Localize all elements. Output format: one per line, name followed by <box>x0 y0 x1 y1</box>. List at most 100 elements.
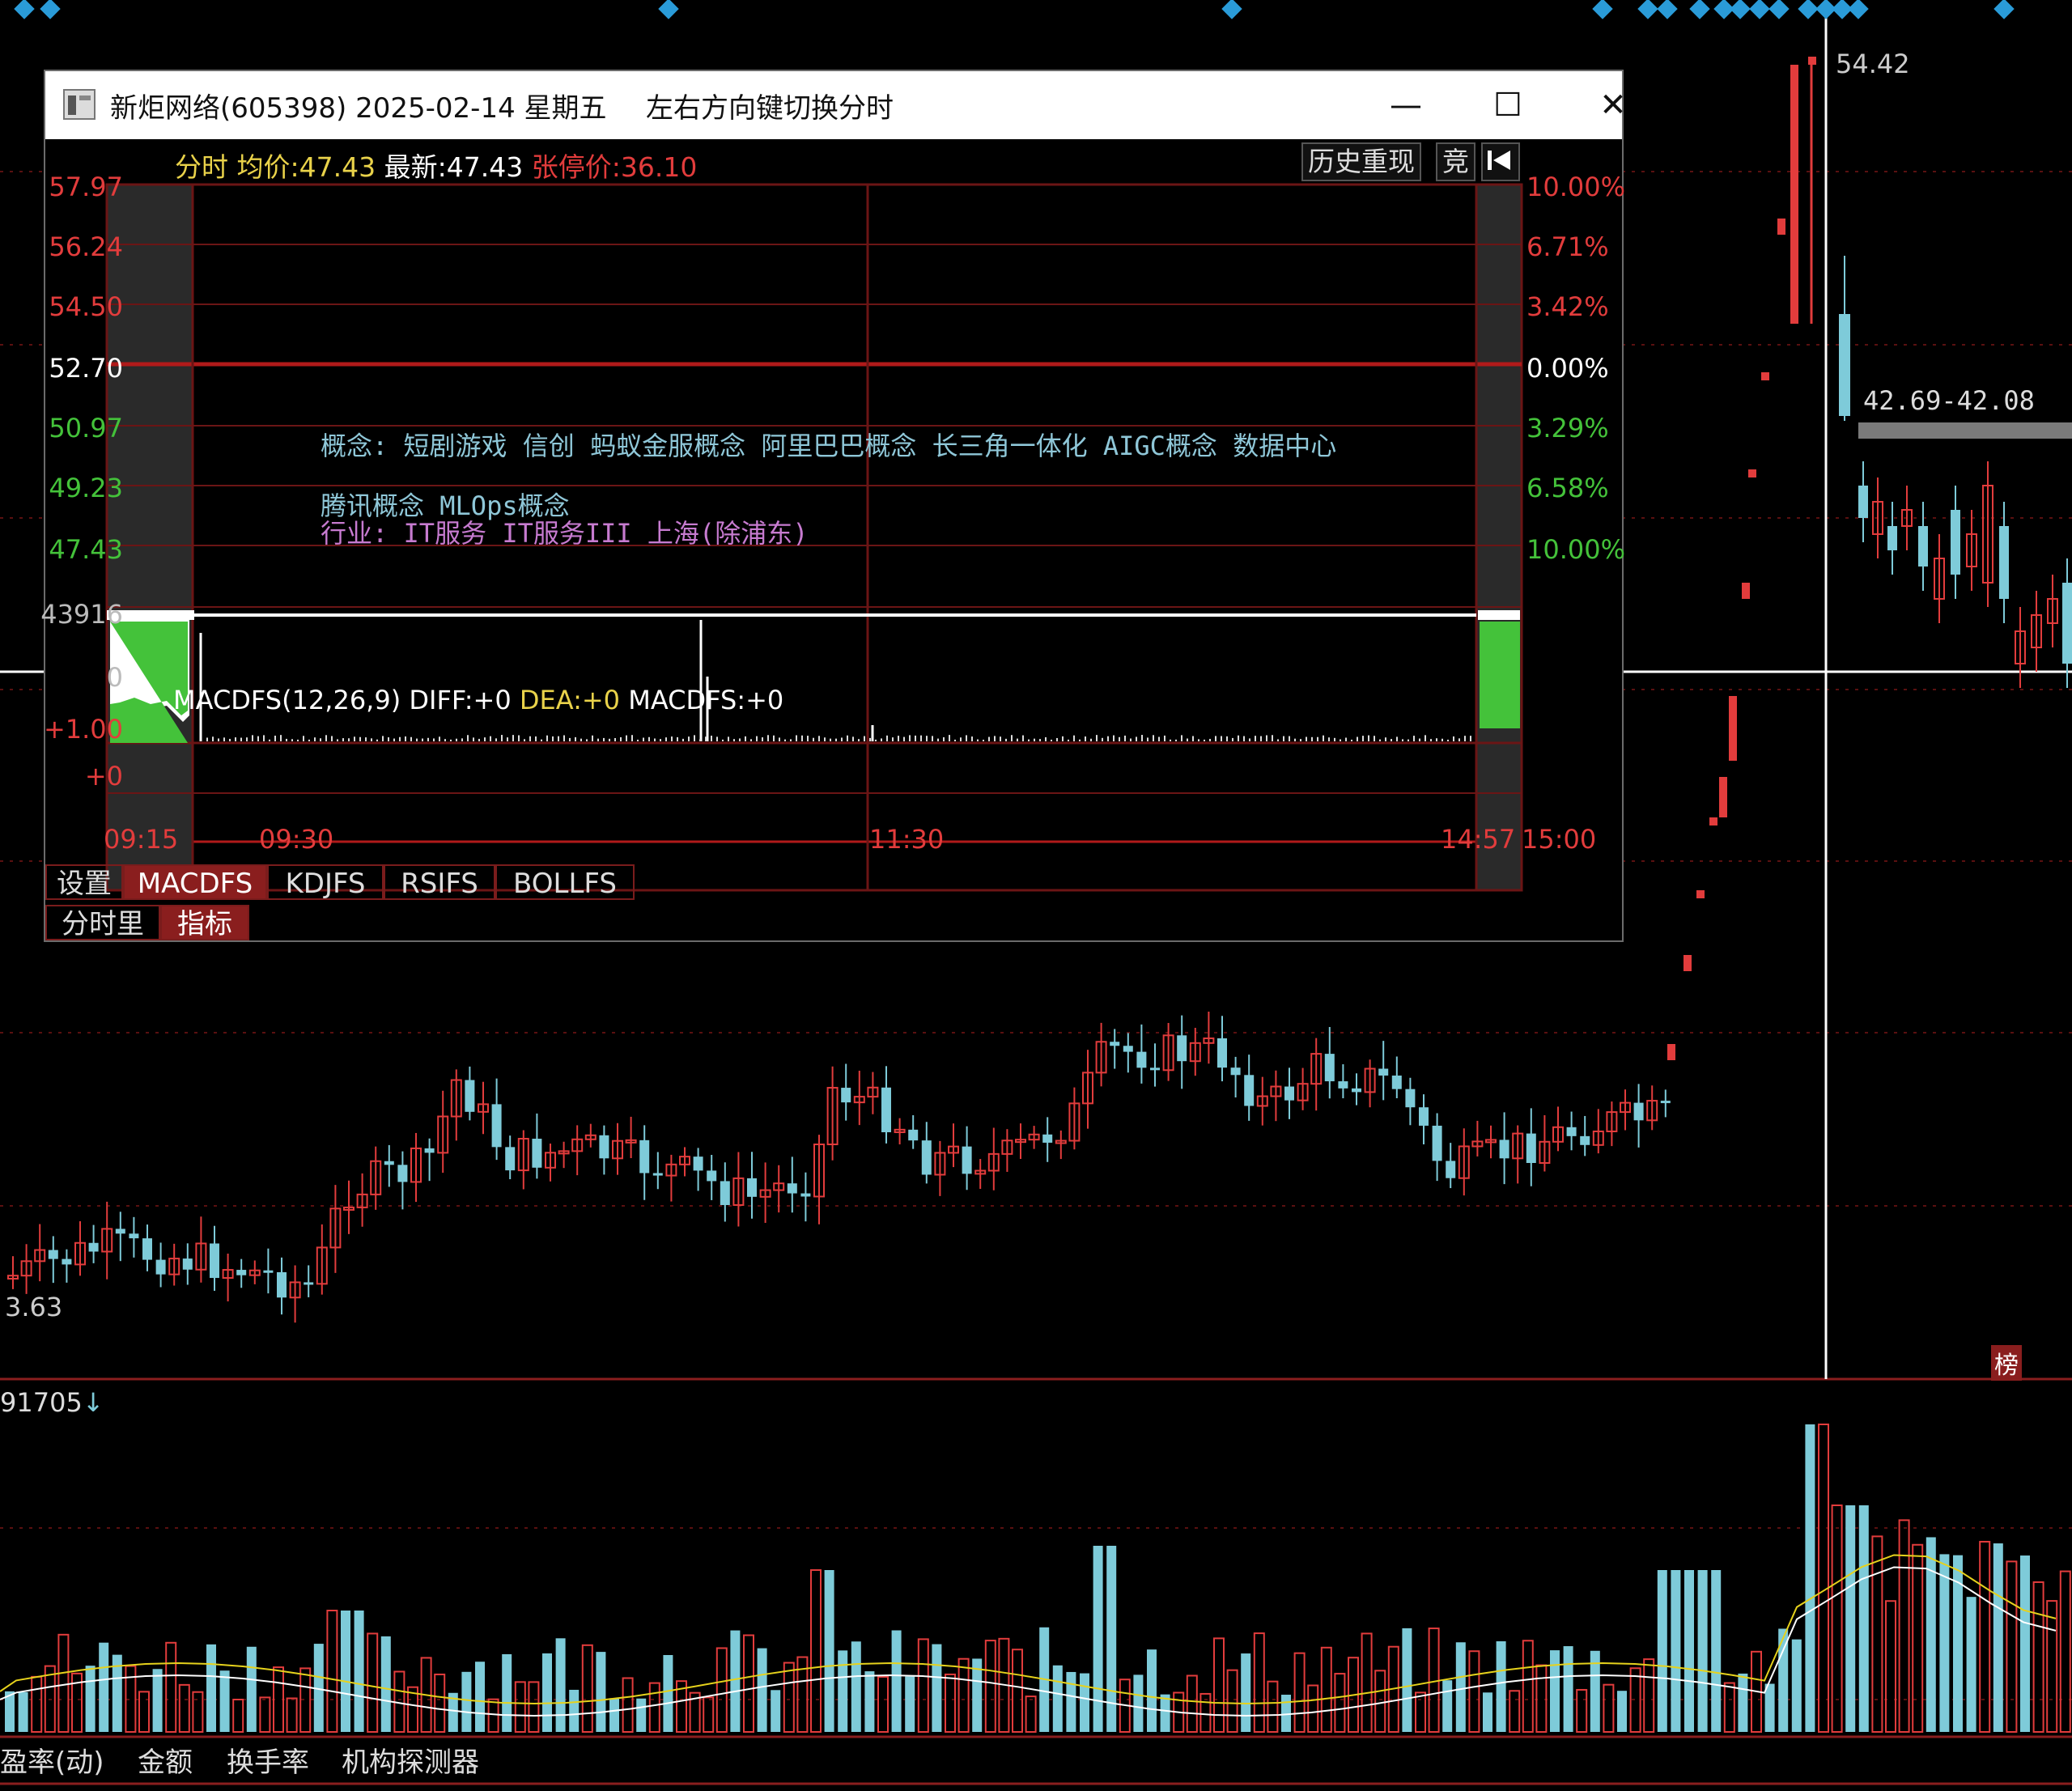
limit-up-candle <box>1742 583 1750 599</box>
intraday-chart[interactable] <box>45 139 1622 940</box>
volume-bar <box>917 1638 929 1733</box>
tab-pe-ratio[interactable]: 盈率(动) <box>0 1740 104 1785</box>
candle-body <box>1150 1067 1160 1071</box>
volume-bar <box>783 1662 795 1733</box>
tab-turnover[interactable]: 换手率 <box>227 1740 309 1785</box>
tab-macdfs[interactable]: MACDFS <box>123 864 267 900</box>
volume-bar <box>932 1644 942 1732</box>
pct-axis-label: 10.00% <box>1526 172 1626 202</box>
limit-up-candle <box>1748 469 1756 477</box>
volume-bar <box>1334 1673 1346 1733</box>
candle-body <box>1391 1075 1402 1089</box>
event-marker-icon <box>1637 0 1658 19</box>
volume-bar <box>1012 1649 1023 1733</box>
tab-rsifs[interactable]: RSIFS <box>384 864 495 900</box>
volume-bar <box>475 1662 485 1732</box>
history-replay-button[interactable]: 历史重现 <box>1301 142 1421 181</box>
limit-up-candle <box>1719 777 1727 817</box>
volume-bar <box>648 1682 660 1734</box>
intraday-popup-window[interactable]: 新炬网络(605398) 2025-02-14 星期五 左右方向键切换分时 — … <box>40 70 1627 942</box>
volume-bar <box>1603 1683 1615 1733</box>
volume-bar <box>2032 1581 2044 1733</box>
candle-body <box>1566 1127 1577 1136</box>
auction-button[interactable]: 竞 <box>1436 142 1475 181</box>
limit-up-candle <box>1667 1044 1675 1060</box>
event-marker-icon <box>658 0 679 19</box>
volume-bar <box>542 1653 552 1732</box>
last-value: 47.43 <box>446 151 524 183</box>
popup-hint: 左右方向键切换分时 <box>646 92 894 125</box>
volume-bar <box>18 1691 28 1732</box>
volume-bar <box>891 1630 902 1732</box>
popup-titlebar[interactable]: 新炬网络(605398) 2025-02-14 星期五 左右方向键切换分时 — … <box>45 71 1627 139</box>
info-line: 分时 均价:47.43 最新:47.43 张停价:36.10 <box>175 146 697 185</box>
volume-bar <box>838 1650 848 1732</box>
volume-bar <box>1186 1674 1198 1734</box>
volume-bar <box>1361 1632 1373 1733</box>
limit-up-candle <box>1790 65 1798 324</box>
volume-bar <box>1509 1690 1521 1734</box>
volume-bar <box>663 1655 673 1732</box>
candle-body <box>210 1243 219 1279</box>
volume-axis-label: 0 <box>106 662 123 693</box>
candle-body <box>142 1238 152 1260</box>
candle-body <box>841 1088 851 1103</box>
close-button[interactable]: ✕ <box>1569 71 1658 139</box>
candle-body <box>304 1282 314 1285</box>
candle-body <box>1951 510 1960 575</box>
pct-axis-label: 10.00% <box>1526 534 1626 565</box>
candle-body <box>1419 1107 1429 1126</box>
volume-bar <box>2020 1555 2030 1732</box>
candle-body <box>693 1157 703 1171</box>
candle-body <box>1042 1134 1053 1143</box>
macd-info: MACDFS(12,26,9) DIFF:+0 DEA:+0 MACDFS:+0 <box>173 685 783 715</box>
event-marker-icon <box>1689 0 1710 19</box>
volume-bar <box>1468 1650 1480 1733</box>
price-axis-label: 47.43 <box>49 534 123 565</box>
closing-price-line <box>1478 610 1520 620</box>
volume-bar <box>1320 1646 1332 1733</box>
tab-amount[interactable]: 金额 <box>138 1740 193 1785</box>
tab-indicator[interactable]: 指标 <box>160 905 249 940</box>
candle-body <box>1230 1067 1241 1076</box>
volume-bar <box>1805 1424 1815 1732</box>
volume-bar <box>703 1696 715 1734</box>
macdfs-label: MACDFS: <box>628 685 746 715</box>
candle-body <box>115 1229 125 1234</box>
volume-bar <box>555 1638 566 1732</box>
candle-body <box>62 1258 72 1265</box>
low-price-label: 3.63 <box>5 1292 63 1322</box>
avg-value: 47.43 <box>299 151 376 183</box>
tab-settings[interactable]: 设置 <box>45 864 123 900</box>
volume-bar <box>1415 1691 1426 1734</box>
volume-bar <box>1576 1688 1588 1733</box>
candle-body <box>1580 1135 1590 1145</box>
volume-bar <box>502 1653 512 1732</box>
tab-kdjfs[interactable]: KDJFS <box>267 864 384 900</box>
volume-bar <box>380 1636 391 1732</box>
last-label: 最新: <box>384 151 447 183</box>
maximize-button[interactable]: ☐ <box>1463 71 1552 139</box>
volume-bar <box>1428 1628 1440 1733</box>
volume-bar <box>1993 1543 2003 1732</box>
tab-intraday-volume[interactable]: 分时里 <box>45 905 160 940</box>
volume-bar <box>1563 1646 1573 1732</box>
diff-label: DIFF: <box>409 685 473 715</box>
minimize-button[interactable]: — <box>1361 71 1450 139</box>
tab-bollfs[interactable]: BOLLFS <box>495 864 635 900</box>
volume-bar <box>138 1691 150 1734</box>
dea-label: DEA: <box>519 685 582 715</box>
list-badge[interactable]: 榜 <box>1991 1345 2022 1381</box>
candle-body <box>921 1140 932 1175</box>
candle-body <box>1110 1042 1120 1046</box>
limit-up-candle <box>1709 817 1717 825</box>
candle-body <box>787 1183 797 1194</box>
volume-bar <box>85 1666 96 1732</box>
volume-bar <box>945 1673 956 1733</box>
tab-institution-detector[interactable]: 机构探测器 <box>342 1740 479 1785</box>
volume-bar <box>1697 1570 1708 1732</box>
volume-bar <box>1307 1684 1319 1734</box>
back-to-start-icon[interactable] <box>1481 142 1520 181</box>
candle-body <box>1660 1101 1671 1104</box>
volume-bar <box>1535 1664 1548 1734</box>
